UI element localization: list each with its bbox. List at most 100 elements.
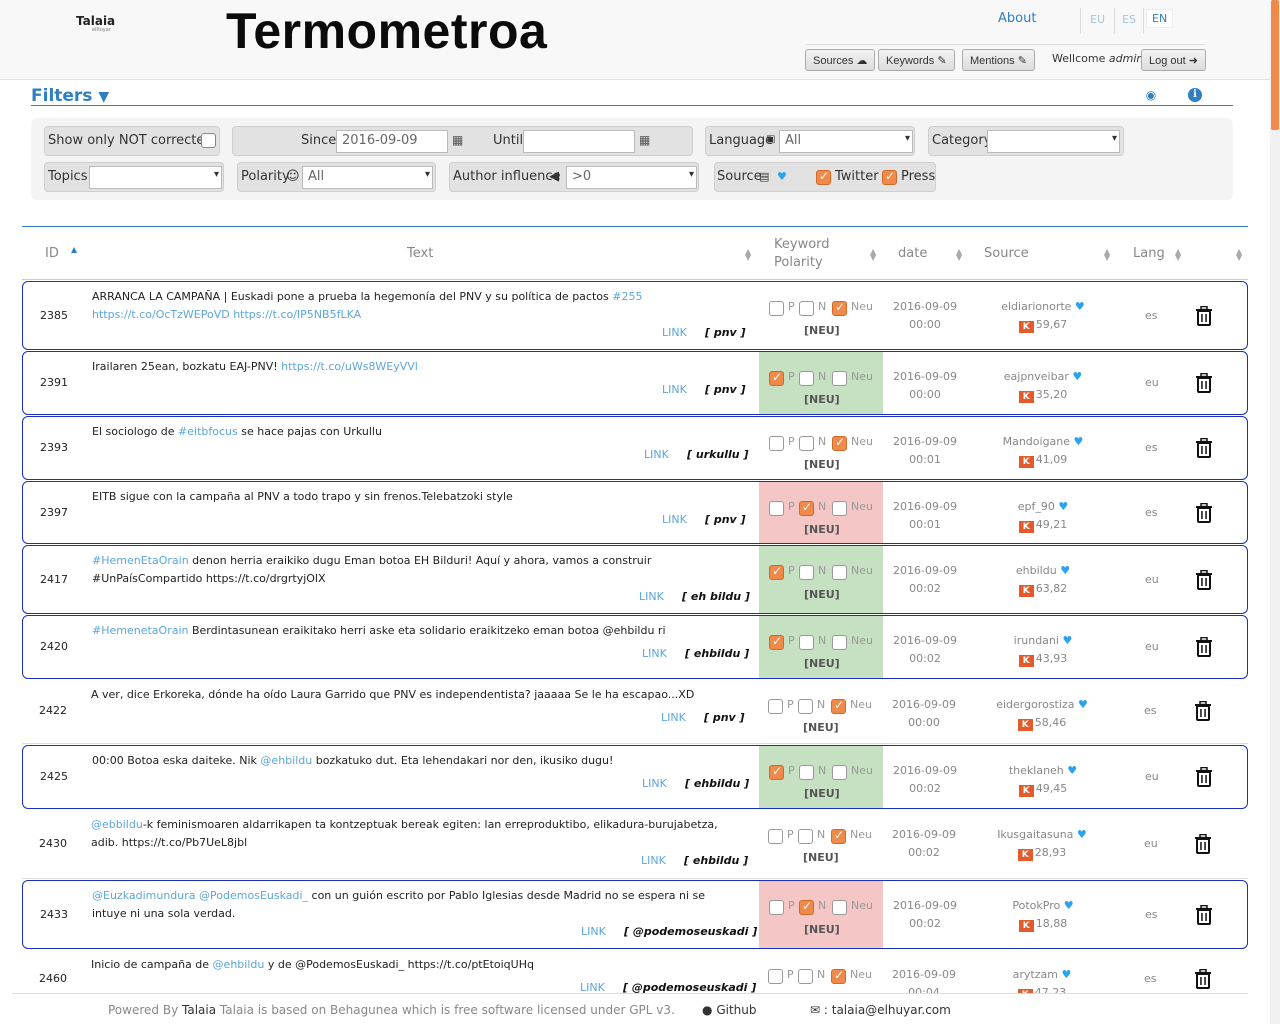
row-text-highlight[interactable]: https://t.co/uWs8WEyVVl (281, 360, 418, 373)
column-keyword-header[interactable]: Keyword (774, 237, 830, 252)
negative-checkbox[interactable] (799, 371, 814, 386)
positive-checkbox[interactable] (769, 900, 784, 915)
neutral-checkbox[interactable] (832, 371, 847, 386)
calendar-icon[interactable]: ▦ (452, 133, 463, 147)
positive-checkbox[interactable] (768, 699, 783, 714)
positive-checkbox[interactable] (769, 436, 784, 451)
negative-checkbox[interactable] (799, 899, 814, 915)
row-link[interactable]: LINK (642, 647, 667, 660)
neutral-checkbox[interactable] (832, 501, 847, 516)
trash-icon[interactable] (1194, 968, 1212, 989)
row-link[interactable]: LINK (644, 448, 669, 461)
eye-slash-icon[interactable]: ◉ (1144, 88, 1158, 102)
row-author[interactable]: eajpnveibar (1004, 370, 1069, 383)
sort-asc-icon[interactable]: ▲ (71, 246, 77, 254)
row-author[interactable]: PotokPro (1012, 899, 1060, 912)
negative-checkbox[interactable] (799, 301, 814, 316)
topics-select[interactable] (89, 166, 222, 189)
row-text-highlight[interactable]: @ehbildu (213, 958, 265, 971)
positive-checkbox[interactable] (768, 969, 783, 984)
column-date-header[interactable]: date (898, 246, 927, 261)
table-row[interactable]: 2422 A ver, dice Erkoreka, dónde ha oído … (22, 680, 1248, 744)
column-lang-header[interactable]: Lang (1133, 246, 1165, 261)
positive-checkbox[interactable] (769, 501, 784, 516)
trash-icon[interactable] (1195, 904, 1213, 925)
neutral-checkbox[interactable] (831, 828, 846, 844)
mentions-button[interactable]: Mentions ✎ (962, 49, 1035, 71)
negative-checkbox[interactable] (799, 436, 814, 451)
table-row[interactable]: 2393 El sociologo de #eitbfocus se hace p… (22, 416, 1248, 480)
neutral-checkbox[interactable] (831, 698, 846, 714)
negative-checkbox[interactable] (799, 635, 814, 650)
negative-checkbox[interactable] (798, 829, 813, 844)
row-author[interactable]: ehbildu (1016, 564, 1057, 577)
sort-icon[interactable]: ▲ ▼ (745, 248, 751, 262)
positive-checkbox[interactable] (769, 301, 784, 316)
github-link[interactable]: ● Github (702, 1003, 756, 1017)
neutral-checkbox[interactable] (832, 635, 847, 650)
row-author[interactable]: eldiarionorte (1001, 300, 1071, 313)
row-text-highlight[interactable]: #HemenetaOrain (92, 624, 188, 637)
not-corrected-checkbox[interactable] (201, 133, 216, 148)
row-link[interactable]: LINK (662, 383, 687, 396)
row-author[interactable]: arytzam (1013, 968, 1058, 981)
trash-icon[interactable] (1195, 569, 1213, 590)
sort-icon[interactable]: ▲ ▼ (1236, 248, 1242, 262)
lang-en-link[interactable]: EN (1146, 9, 1174, 28)
negative-checkbox[interactable] (799, 765, 814, 780)
table-row[interactable]: 2385 ARRANCA LA CAMPAÑA | Euskadi pone a … (22, 281, 1248, 350)
table-row[interactable]: 2397 EITB sigue con la campaña al PNV a t… (22, 481, 1248, 544)
calendar-icon[interactable]: ▦ (639, 133, 650, 147)
table-row[interactable]: 2433 @Euzkadimundura @PodemosEuskadi_ con… (22, 880, 1248, 949)
neutral-checkbox[interactable] (832, 900, 847, 915)
trash-icon[interactable] (1194, 833, 1212, 854)
row-author[interactable]: Mandoigane (1003, 435, 1070, 448)
trash-icon[interactable] (1195, 372, 1213, 393)
column-polarity-header[interactable]: Polarity (774, 255, 823, 270)
row-text-highlight[interactable]: @Euzkadimundura @PodemosEuskadi_ (92, 889, 308, 902)
negative-checkbox[interactable] (799, 500, 814, 516)
scrollbar-thumb[interactable] (1271, 0, 1279, 130)
row-author[interactable]: Ikusgaitasuna (997, 828, 1073, 841)
row-link[interactable]: LINK (661, 711, 686, 724)
neutral-checkbox[interactable] (831, 968, 846, 984)
until-input[interactable] (523, 130, 635, 153)
language-select[interactable]: All (779, 130, 913, 153)
positive-checkbox[interactable] (769, 370, 784, 386)
table-row[interactable]: 2425 00:00 Botoa eska daiteke. Nik @ehbil… (22, 745, 1248, 809)
table-row[interactable]: 2417 #HemenEtaOrain denon herria eraikiko… (22, 545, 1248, 614)
talaia-logo[interactable]: Talaia elhuyar (76, 14, 115, 33)
trash-icon[interactable] (1195, 766, 1213, 787)
row-link[interactable]: LINK (662, 513, 687, 526)
logout-button[interactable]: Log out ➜ (1141, 49, 1206, 71)
row-author[interactable]: theklaneh (1009, 764, 1064, 777)
trash-icon[interactable] (1195, 636, 1213, 657)
row-link[interactable]: LINK (639, 590, 664, 603)
trash-icon[interactable] (1194, 700, 1212, 721)
row-author[interactable]: epf_90 (1018, 500, 1055, 513)
row-link[interactable]: LINK (662, 326, 687, 339)
column-text-header[interactable]: Text (407, 246, 433, 261)
row-link[interactable]: LINK (581, 925, 606, 938)
lang-eu-link[interactable]: EU (1090, 13, 1105, 26)
row-link[interactable]: LINK (641, 854, 666, 867)
table-row[interactable]: 2391 Irailaren 25ean, bozkatu EAJ-PNV! ht… (22, 351, 1248, 415)
polarity-select[interactable]: All (302, 166, 433, 189)
category-select[interactable] (987, 130, 1120, 153)
sort-icon[interactable]: ▲ ▼ (1104, 248, 1110, 262)
neutral-checkbox[interactable] (832, 565, 847, 580)
lang-es-link[interactable]: ES (1122, 13, 1136, 26)
filters-title[interactable]: Filters ▼ (31, 86, 109, 106)
column-source-header[interactable]: Source (984, 246, 1029, 261)
positive-checkbox[interactable] (769, 634, 784, 650)
trash-icon[interactable] (1195, 437, 1213, 458)
neutral-checkbox[interactable] (832, 300, 847, 316)
sort-icon[interactable]: ▲ ▼ (870, 248, 876, 262)
row-text-highlight[interactable]: #HemenEtaOrain (92, 554, 189, 567)
vertical-scrollbar[interactable] (1270, 0, 1280, 1024)
row-link[interactable]: LINK (642, 777, 667, 790)
table-row[interactable]: 2420 #HemenetaOrain Berdintasunean eraiki… (22, 615, 1248, 679)
row-text-highlight[interactable]: @ehbildu (260, 754, 312, 767)
press-checkbox[interactable] (882, 169, 897, 185)
sort-icon[interactable]: ▲ ▼ (1175, 248, 1181, 262)
